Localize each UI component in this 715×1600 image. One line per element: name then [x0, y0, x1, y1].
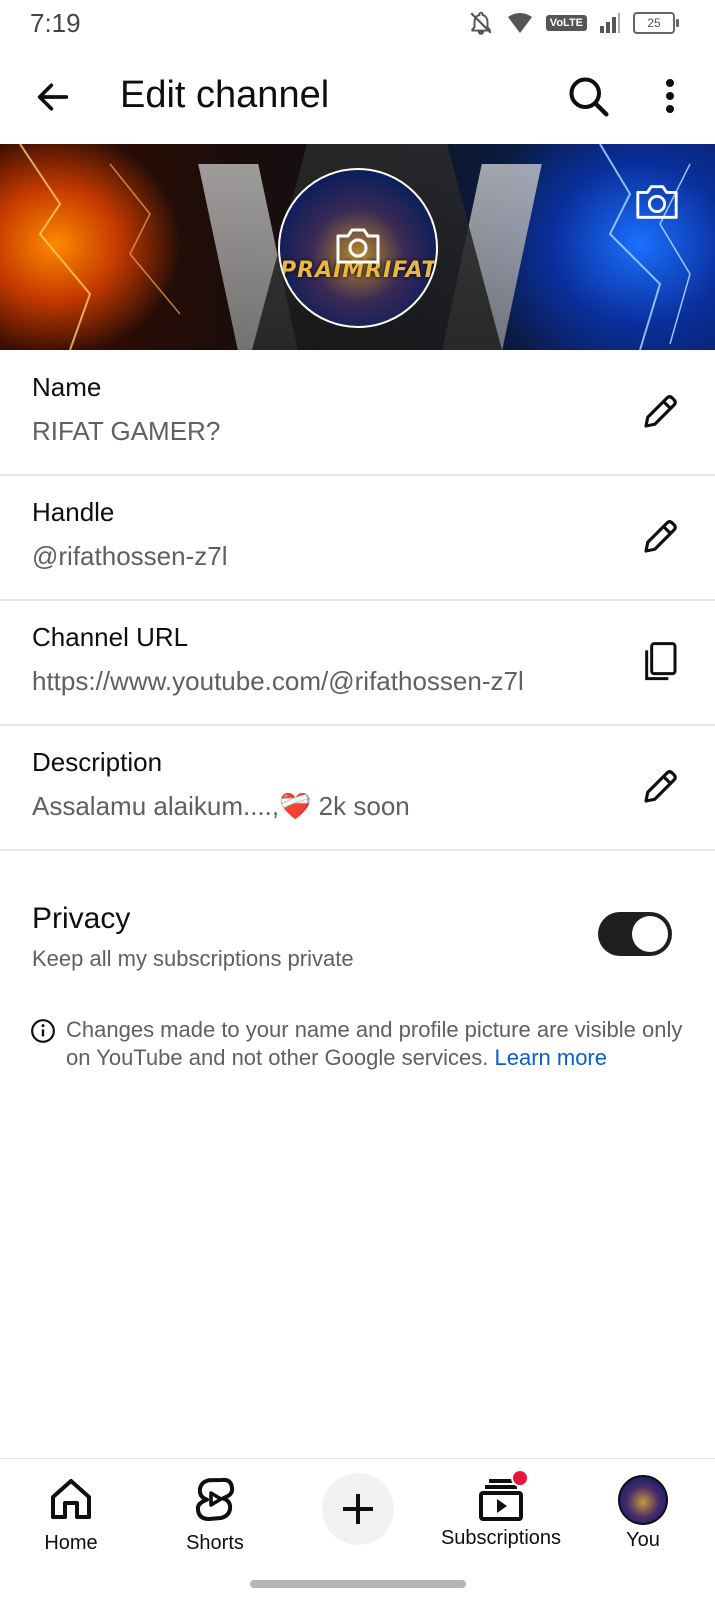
- info-text: Changes made to your name and profile pi…: [66, 1016, 690, 1072]
- field-label: Name: [32, 372, 102, 402]
- camera-icon[interactable]: [634, 182, 680, 222]
- field-value: RIFAT GAMER?: [32, 416, 221, 446]
- pencil-icon: [644, 520, 677, 553]
- volte-badge: VoLTE: [545, 15, 587, 31]
- edit-name-button[interactable]: [636, 388, 684, 436]
- channel-banner[interactable]: PRAIMRIFAT: [0, 144, 715, 350]
- nav-label: Home: [44, 1532, 98, 1554]
- copy-icon: [645, 642, 677, 681]
- pencil-icon: [644, 770, 677, 803]
- avatar: [618, 1475, 668, 1525]
- nav-shorts[interactable]: Shorts: [150, 1465, 280, 1561]
- private-subscriptions-toggle[interactable]: [598, 912, 672, 956]
- page-title: Edit channel: [120, 74, 330, 116]
- description-field-row[interactable]: Description Assalamu alaikum....,❤️‍🩹 2k…: [0, 725, 715, 851]
- status-bar: 7:19 VoLTE 25: [0, 0, 715, 48]
- field-value: @rifathossen-z7l: [32, 541, 228, 571]
- info-icon: [31, 1019, 55, 1043]
- toggle-knob: [632, 916, 668, 952]
- battery-icon: 25: [633, 12, 679, 34]
- nav-label: You: [626, 1529, 660, 1551]
- home-icon: [51, 1479, 91, 1519]
- search-icon: [569, 77, 609, 117]
- bottom-navigation: Home Shorts Subscriptions You: [0, 1458, 715, 1569]
- handle-field-row[interactable]: Handle @rifathossen-z7l: [0, 475, 715, 601]
- field-value: https://www.youtube.com/@rifathossen-z7l: [32, 666, 524, 696]
- search-button[interactable]: [562, 70, 614, 122]
- privacy-subtitle: Keep all my subscriptions private: [32, 946, 354, 971]
- pencil-icon: [644, 395, 677, 428]
- edit-description-button[interactable]: [636, 763, 684, 811]
- create-button[interactable]: [322, 1473, 394, 1545]
- app-bar: Edit channel: [0, 48, 715, 144]
- plus-icon: [343, 1494, 373, 1524]
- nav-you[interactable]: You: [578, 1465, 708, 1561]
- info-note: Changes made to your name and profile pi…: [30, 1016, 690, 1072]
- arrow-back-icon: [37, 83, 69, 111]
- nav-home[interactable]: Home: [6, 1465, 136, 1561]
- back-button[interactable]: [28, 72, 78, 122]
- shorts-icon: [195, 1477, 235, 1521]
- learn-more-link[interactable]: Learn more: [494, 1045, 607, 1070]
- edit-handle-button[interactable]: [636, 513, 684, 561]
- copy-url-button[interactable]: [636, 638, 684, 686]
- name-field-row[interactable]: Name RIFAT GAMER?: [0, 350, 715, 476]
- profile-picture[interactable]: PRAIMRIFAT: [278, 168, 438, 328]
- field-label: Description: [32, 747, 163, 777]
- nav-label: Shorts: [186, 1532, 244, 1554]
- notifications-off-icon: [470, 11, 492, 35]
- camera-icon: [336, 228, 380, 264]
- more-vert-icon: [666, 79, 674, 113]
- nav-subscriptions[interactable]: Subscriptions: [436, 1465, 566, 1561]
- subscriptions-icon-wrap: [477, 1469, 529, 1523]
- status-time: 7:19: [30, 8, 81, 38]
- field-label: Handle: [32, 497, 115, 527]
- signal-icon: [600, 13, 620, 33]
- field-value: Assalamu alaikum....,❤️‍🩹 2k soon: [32, 791, 410, 821]
- privacy-setting: Privacy Keep all my subscriptions privat…: [0, 880, 715, 980]
- wifi-icon: [507, 13, 532, 33]
- notification-dot: [511, 1469, 529, 1487]
- field-label: Channel URL: [32, 622, 189, 652]
- status-icons: VoLTE 25: [468, 10, 679, 36]
- home-indicator[interactable]: [250, 1580, 466, 1588]
- more-options-button[interactable]: [650, 70, 690, 122]
- channel-url-field-row[interactable]: Channel URL https://www.youtube.com/@rif…: [0, 600, 715, 726]
- nav-label: Subscriptions: [440, 1527, 562, 1549]
- privacy-title: Privacy: [32, 902, 131, 935]
- battery-level: 25: [647, 16, 661, 30]
